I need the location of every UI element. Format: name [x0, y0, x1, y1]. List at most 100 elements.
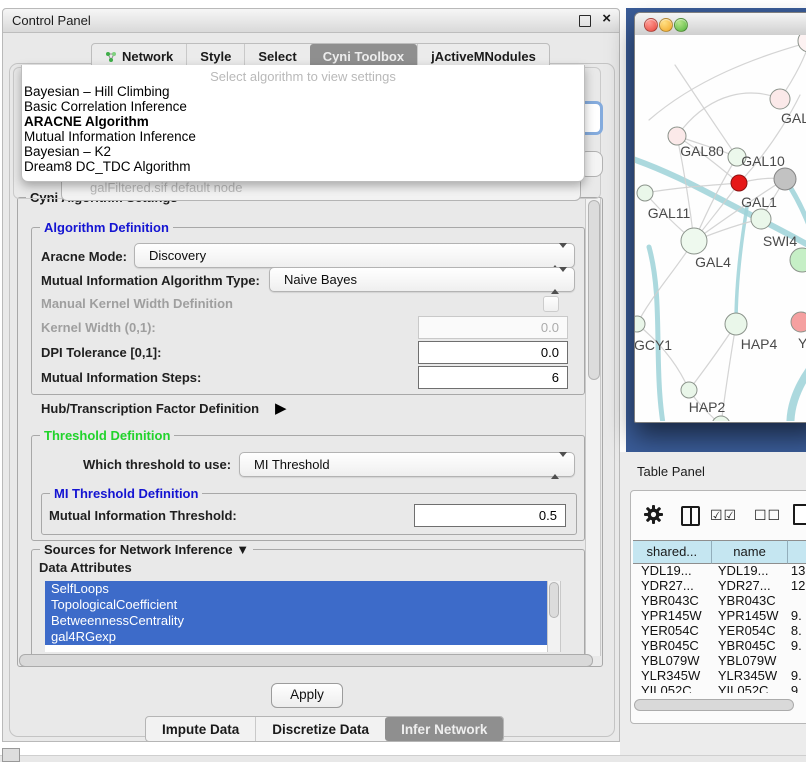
minimize-traffic-light-icon[interactable]	[659, 18, 673, 32]
table-cell: YER054C	[633, 623, 714, 638]
close-traffic-light-icon[interactable]	[644, 18, 658, 32]
aracne-mode-combo[interactable]: Discovery	[134, 243, 575, 268]
algorithm-dropdown-popup: Select algorithm to view settings Bayesi…	[21, 65, 585, 182]
table-cell: YIL052C	[714, 683, 789, 693]
network-node-label: GCY1	[635, 337, 672, 353]
network-node-gal4[interactable]	[681, 228, 707, 254]
network-node-hap2[interactable]	[681, 382, 697, 398]
network-edge[interactable]	[637, 324, 689, 390]
file-icon[interactable]	[793, 504, 806, 525]
minimized-panel-icon[interactable]	[2, 748, 20, 762]
data-attribute-item[interactable]: BetweennessCentrality	[45, 613, 547, 629]
network-edge[interactable]	[790, 351, 806, 421]
algorithm-option[interactable]: ARACNE Algorithm	[24, 114, 580, 129]
float-window-icon[interactable]	[579, 15, 591, 27]
table-row[interactable]: YBL079WYBL079W	[633, 653, 806, 668]
mi-steps-input[interactable]: 6	[418, 366, 568, 389]
tab-label: Network	[122, 49, 173, 64]
algorithm-option[interactable]: Bayesian – Hill Climbing	[24, 84, 580, 99]
network-node-label: Y	[798, 335, 806, 351]
tab-label: Discretize Data	[272, 722, 369, 737]
columns-icon[interactable]	[681, 506, 700, 526]
table-cell: YBL079W	[633, 653, 714, 668]
data-attributes-list: SelfLoopsTopologicalCoefficientBetweenne…	[45, 581, 547, 652]
tab-label: Select	[258, 49, 296, 64]
data-attribute-item[interactable]: SelfLoops	[45, 581, 547, 597]
table-cell: YPR145W	[714, 608, 789, 623]
table-row[interactable]: YDR27...YDR27...12	[633, 578, 806, 593]
algorithm-option[interactable]: Bayesian – K2	[24, 144, 580, 159]
network-node-gal1[interactable]	[751, 209, 771, 229]
table-panel-window: ☑☑ ☐☐ shared...name YDL19...YDL19...13YD…	[630, 490, 806, 724]
table-cell: YPR145W	[633, 608, 714, 623]
network-node-label: GAL	[781, 110, 806, 126]
tab-label: Cyni Toolbox	[323, 49, 404, 64]
table-row[interactable]: YIL052CYIL052C9	[633, 683, 806, 693]
settings-horizontal-scrollbar-thumb[interactable]	[19, 654, 593, 667]
settings-vertical-scrollbar-thumb[interactable]	[588, 200, 600, 380]
network-node[interactable]	[731, 175, 747, 191]
attributes-scrollbar-thumb[interactable]	[549, 582, 559, 618]
tab-discretize-data[interactable]: Discretize Data	[255, 717, 385, 741]
algorithm-option[interactable]: Mutual Information Inference	[24, 129, 580, 144]
table-row[interactable]: YBR043CYBR043C	[633, 593, 806, 608]
column-header[interactable]: name	[712, 540, 789, 564]
mi-algorithm-type-combo[interactable]: Naive Bayes	[269, 267, 575, 292]
network-edge[interactable]	[689, 324, 736, 390]
algorithm-option[interactable]: Dream8 DC_TDC Algorithm	[24, 159, 580, 174]
table-row[interactable]: YPR145WYPR145W9.	[633, 608, 806, 623]
network-node-y[interactable]	[791, 312, 806, 332]
data-attributes-label: Data Attributes	[39, 560, 132, 575]
network-node-gal11[interactable]	[637, 185, 653, 201]
network-node[interactable]	[712, 416, 730, 421]
network-node-gal[interactable]	[770, 89, 790, 109]
network-edge[interactable]	[649, 247, 667, 421]
network-node-swi4[interactable]	[790, 248, 806, 272]
deselect-all-checkboxes-icon[interactable]: ☐☐	[754, 507, 781, 524]
select-all-checkboxes-icon[interactable]: ☑☑	[710, 507, 737, 524]
close-icon[interactable]: ×	[602, 10, 611, 27]
dpi-tolerance-input[interactable]: 0.0	[418, 341, 568, 364]
table-row[interactable]: YLR345WYLR345W9.	[633, 668, 806, 683]
table-cell: YIL052C	[633, 683, 714, 693]
zoom-traffic-light-icon[interactable]	[674, 18, 688, 32]
algorithm-dropdown-placeholder[interactable]: Select algorithm to view settings	[22, 69, 584, 84]
column-header[interactable]	[788, 540, 806, 564]
gear-icon[interactable]	[644, 505, 663, 529]
network-canvas[interactable]: GALGAL80GAL10GAL1GAL11GAL4SWI4GCY1HAP4YH…	[635, 35, 806, 421]
table-row[interactable]: YER054CYER054C8.	[633, 623, 806, 638]
algorithm-option[interactable]: Basic Correlation Inference	[24, 99, 580, 114]
settings-vertical-scrollbar[interactable]	[585, 198, 601, 656]
apply-button[interactable]: Apply	[271, 683, 343, 708]
collapse-down-icon[interactable]: ▼	[236, 542, 249, 557]
tab-label: Impute Data	[162, 722, 239, 737]
tab-impute-data[interactable]: Impute Data	[146, 717, 255, 741]
desktop-background: GALGAL80GAL10GAL1GAL11GAL4SWI4GCY1HAP4YH…	[626, 8, 806, 452]
which-threshold-label: Which threshold to use:	[83, 457, 231, 472]
table-cell: YBR043C	[633, 593, 714, 608]
network-edge[interactable]	[677, 93, 780, 136]
kernel-width-input[interactable]: 0.0	[418, 316, 568, 339]
data-attribute-item[interactable]: gal4RGexp	[45, 629, 547, 645]
hub-definition-expander-label[interactable]: Hub/Transcription Factor Definition	[41, 401, 259, 416]
table-row[interactable]: YBR045CYBR045C9.	[633, 638, 806, 653]
network-view-window: GALGAL80GAL10GAL1GAL11GAL4SWI4GCY1HAP4YH…	[634, 12, 806, 423]
mi-threshold-label: Mutual Information Threshold:	[49, 508, 237, 523]
mi-threshold-input[interactable]: 0.5	[414, 504, 566, 527]
network-node-hap4[interactable]	[725, 313, 747, 335]
tab-infer-network[interactable]: Infer Network	[385, 717, 503, 741]
network-node[interactable]	[798, 35, 806, 52]
table-horizontal-scrollbar-thumb[interactable]	[634, 699, 794, 711]
kernel-width-label: Kernel Width (0,1):	[41, 320, 156, 335]
expand-right-icon[interactable]: ▶	[275, 399, 287, 417]
attributes-scrollbar[interactable]	[547, 581, 561, 652]
which-threshold-combo[interactable]: MI Threshold	[239, 452, 575, 477]
manual-kernel-width-checkbox[interactable]	[543, 296, 559, 312]
data-attribute-item[interactable]: TopologicalCoefficient	[45, 597, 547, 613]
column-header[interactable]: shared...	[633, 540, 712, 564]
table-header-row: shared...name	[633, 540, 806, 564]
network-node[interactable]	[774, 168, 796, 190]
table-row[interactable]: YDL19...YDL19...13	[633, 563, 806, 578]
table-panel-title: Table Panel	[637, 464, 705, 479]
network-edge[interactable]	[637, 241, 694, 324]
